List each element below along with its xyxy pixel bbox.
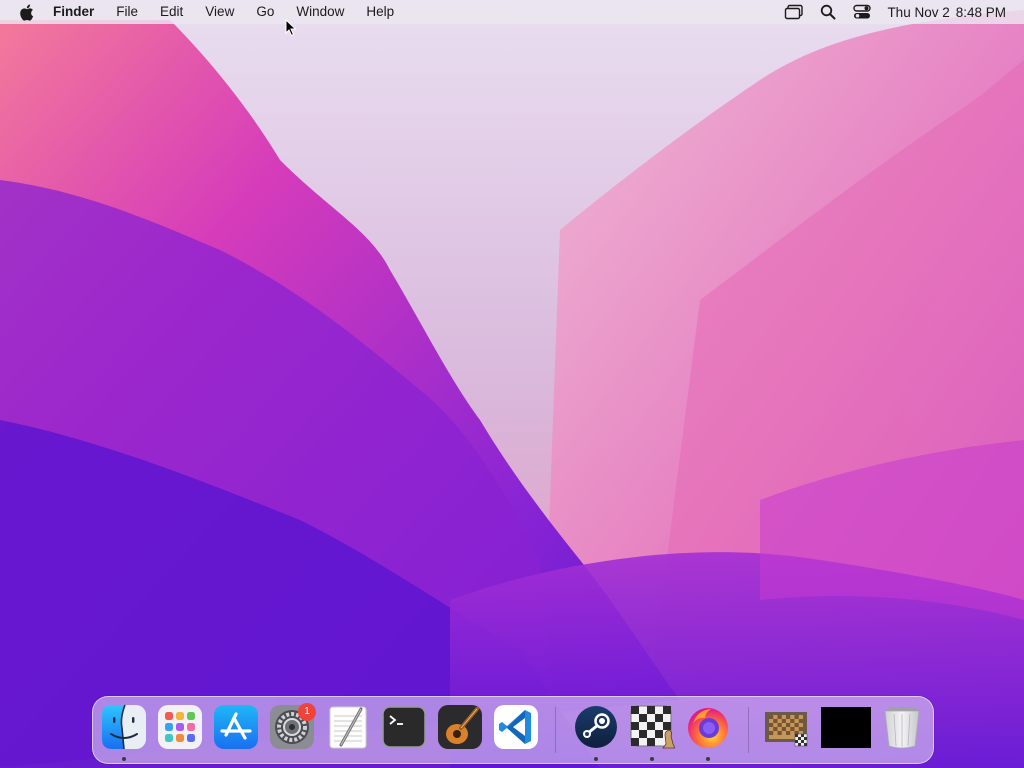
menu-view[interactable]: View [194,0,245,24]
mouse-cursor-icon [285,18,297,37]
dock-chess-icon[interactable] [629,704,675,750]
dock-garageband-icon[interactable] [437,704,483,750]
running-indicator [650,757,654,761]
dock: 1 [92,696,934,764]
dock-separator [748,707,749,753]
running-indicator [122,757,126,761]
dock-steam-icon[interactable] [573,704,619,750]
clock-date: Thu Nov 2 [887,4,950,20]
menu-bar: Finder File Edit View Go Window Help Thu… [0,0,1024,24]
running-indicator [706,757,710,761]
control-center-icon[interactable] [851,3,873,21]
menu-go[interactable]: Go [245,0,285,24]
dock-textedit-icon[interactable] [325,704,371,750]
dock-finder-icon[interactable] [101,704,147,750]
menu-file[interactable]: File [105,0,149,24]
menu-help[interactable]: Help [355,0,405,24]
dock-system-preferences-icon[interactable]: 1 [269,703,316,750]
running-indicator [594,757,598,761]
dock-black-window-thumbnail-icon[interactable] [821,704,871,750]
screen-mirroring-icon[interactable] [783,3,805,21]
clock-time: 8:48 PM [955,4,1006,20]
menu-app-name[interactable]: Finder [51,0,105,24]
dock-firefox-icon[interactable] [685,704,731,750]
dock-separator [555,707,556,753]
menu-clock[interactable]: Thu Nov 2 8:48 PM [887,5,1006,20]
dock-chess-window-thumbnail-icon[interactable] [763,704,809,750]
notification-badge: 1 [298,703,316,721]
dock-trash-icon[interactable] [879,704,925,750]
dock-terminal-icon[interactable] [381,704,427,750]
spotlight-search-icon[interactable] [817,3,839,21]
dock-launchpad-icon[interactable] [157,704,203,750]
apple-menu-icon[interactable] [17,3,35,21]
menu-edit[interactable]: Edit [149,0,194,24]
dock-vscode-icon[interactable] [493,704,539,750]
dock-app-store-icon[interactable] [213,704,259,750]
desktop-wallpaper [0,0,1024,768]
